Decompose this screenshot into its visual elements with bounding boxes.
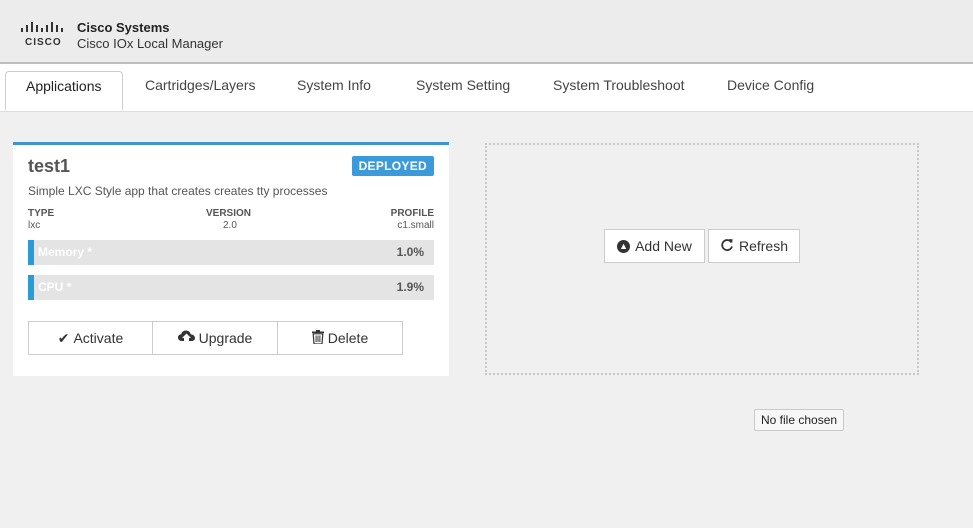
upgrade-button[interactable]: Upgrade (152, 321, 278, 355)
version-label: VERSION (206, 208, 252, 219)
activate-button[interactable]: ✔ Activate (28, 321, 153, 355)
tab-system-troubleshoot[interactable]: System Troubleshoot (553, 74, 685, 104)
cpu-usage-fill (28, 275, 34, 300)
refresh-icon (720, 238, 734, 255)
memory-value: 1.0% (396, 245, 424, 259)
tab-applications[interactable]: Applications (5, 71, 123, 110)
trash-icon (311, 329, 324, 347)
add-new-button[interactable]: ▲ Add New (604, 229, 705, 263)
cpu-value: 1.9% (396, 280, 424, 294)
app-description: Simple LXC Style app that creates create… (28, 184, 328, 198)
delete-label: Delete (327, 330, 369, 346)
cpu-label: CPU * (38, 280, 72, 294)
tab-cartridges-layers[interactable]: Cartridges/Layers (145, 74, 256, 104)
cpu-usage-bar: CPU * 1.9% (28, 275, 434, 300)
memory-usage-bar: Memory * 1.0% (28, 240, 434, 265)
type-label: TYPE (28, 208, 55, 219)
tab-device-config[interactable]: Device Config (727, 74, 814, 104)
upgrade-label: Upgrade (198, 330, 253, 346)
tab-system-setting[interactable]: System Setting (416, 74, 510, 104)
company-name: Cisco Systems (77, 20, 170, 35)
circle-arrow-up-icon: ▲ (617, 239, 631, 253)
tab-system-info[interactable]: System Info (297, 74, 371, 104)
type-value: lxc (28, 220, 41, 231)
app-card: test1 DEPLOYED Simple LXC Style app that… (13, 142, 449, 376)
profile-label: PROFILE (390, 208, 434, 219)
product-name: Cisco IOx Local Manager (77, 36, 223, 51)
activate-label: Activate (73, 330, 124, 346)
main-tabs: Applications Cartridges/Layers System In… (0, 64, 973, 112)
cloud-upload-icon (177, 330, 195, 346)
app-header: cisco Cisco Systems Cisco IOx Local Mana… (0, 0, 973, 64)
profile-value: c1.small (397, 220, 434, 231)
memory-label: Memory * (38, 245, 93, 259)
memory-usage-fill (28, 240, 34, 265)
logo-wordmark: cisco (25, 37, 62, 48)
version-value: 2.0 (223, 220, 237, 231)
app-name: test1 (28, 156, 71, 176)
file-chooser-status[interactable]: No file chosen (754, 409, 845, 431)
refresh-button[interactable]: Refresh (708, 229, 800, 263)
add-new-label: Add New (635, 238, 692, 254)
checkmark-icon: ✔ (57, 329, 70, 346)
status-badge: DEPLOYED (351, 156, 434, 176)
refresh-label: Refresh (738, 238, 789, 254)
delete-button[interactable]: Delete (277, 321, 403, 355)
